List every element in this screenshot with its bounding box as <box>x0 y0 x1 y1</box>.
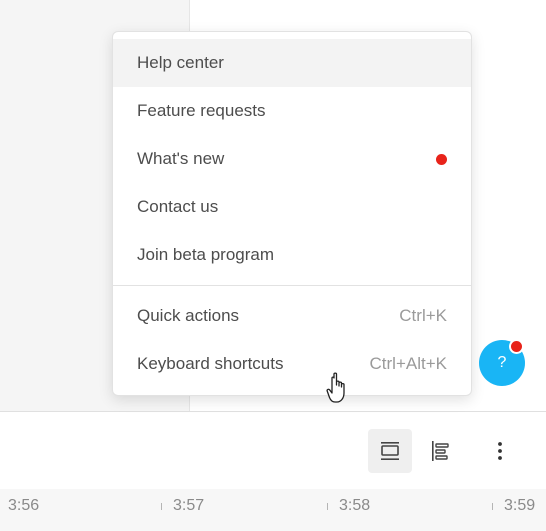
menu-item-label: Feature requests <box>137 101 266 120</box>
tick-label: 3:58 <box>339 497 371 514</box>
notification-dot <box>509 339 524 354</box>
menu-item-keyboard-shortcuts[interactable]: Keyboard shortcuts Ctrl+Alt+K <box>113 340 471 388</box>
menu-item-label: Keyboard shortcuts <box>137 354 284 373</box>
tick-mark <box>161 503 162 510</box>
more-options-button[interactable] <box>478 429 522 473</box>
tree-align-button[interactable] <box>418 429 462 473</box>
bottom-toolbar <box>0 411 546 490</box>
menu-divider <box>113 285 471 286</box>
shortcut-hint: Ctrl+Alt+K <box>369 354 447 373</box>
help-menu: Help center Feature requests What's new … <box>112 31 472 396</box>
menu-item-join-beta[interactable]: Join beta program <box>113 231 471 279</box>
menu-item-help-center[interactable]: Help center <box>113 39 471 87</box>
menu-item-label: Contact us <box>137 197 219 216</box>
tick-label: 3:59 <box>504 497 536 514</box>
tree-align-icon <box>432 441 449 461</box>
tick-label: 3:57 <box>173 497 205 514</box>
menu-item-contact-us[interactable]: Contact us <box>113 183 471 231</box>
hand-cursor-icon <box>326 372 345 403</box>
tick-mark <box>327 503 328 510</box>
layout-toggle-button[interactable] <box>368 429 412 473</box>
layout-toggle-icon <box>381 442 399 460</box>
menu-item-label: What's new <box>137 149 225 168</box>
menu-item-feature-requests[interactable]: Feature requests <box>113 87 471 135</box>
menu-item-label: Join beta program <box>137 245 275 264</box>
tick-mark <box>492 503 493 510</box>
menu-item-whats-new[interactable]: What's new <box>113 135 471 183</box>
shortcut-hint: Ctrl+K <box>399 306 447 325</box>
menu-item-label: Help center <box>137 53 224 72</box>
menu-item-quick-actions[interactable]: Quick actions Ctrl+K <box>113 292 471 340</box>
new-dot-badge <box>436 153 447 165</box>
help-button-label: ? <box>497 354 507 371</box>
timeline-ruler[interactable]: 3:56 3:57 3:58 3:59 <box>0 489 546 531</box>
more-vertical-icon <box>498 442 502 460</box>
menu-item-label: Quick actions <box>137 306 240 325</box>
tick-label: 3:56 <box>8 497 40 514</box>
